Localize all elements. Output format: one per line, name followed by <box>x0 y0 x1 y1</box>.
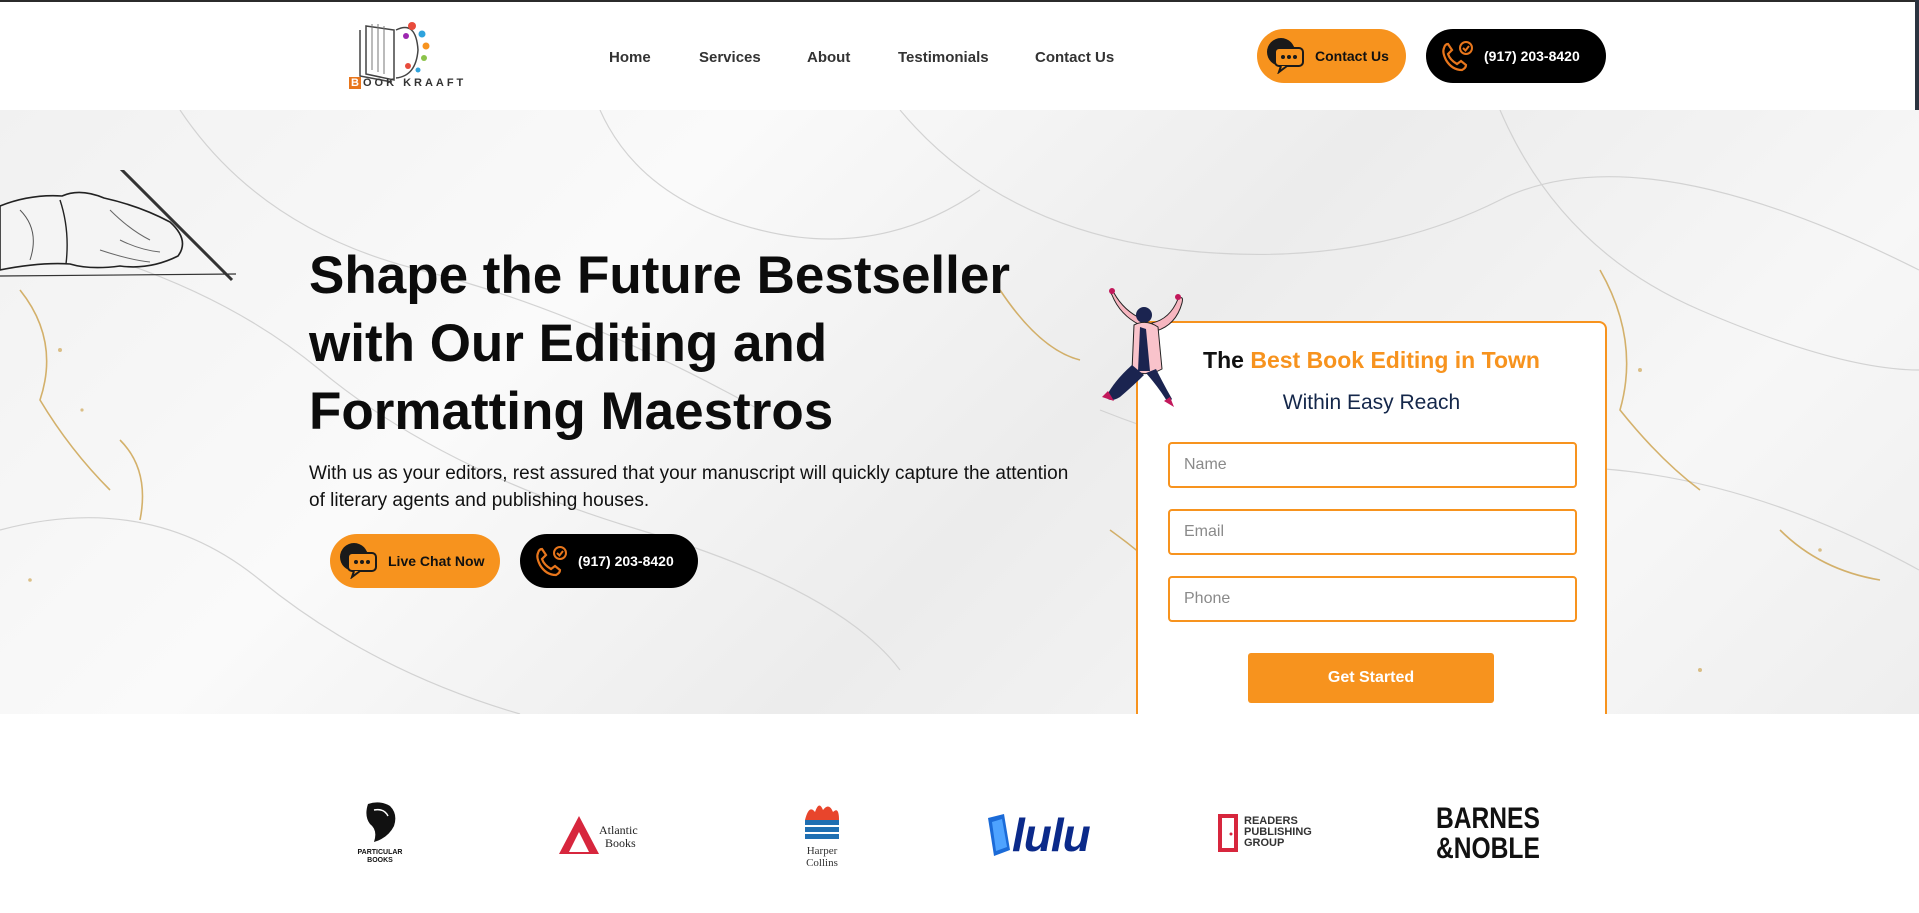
hero-section: Shape the Future Bestseller with Our Edi… <box>0 110 1919 714</box>
chat-bubble-icon <box>340 543 377 579</box>
phone-icon <box>536 546 567 577</box>
nav-services[interactable]: Services <box>699 49 761 66</box>
readers-door-icon <box>1218 814 1238 852</box>
header-contact-button[interactable]: Contact Us <box>1257 29 1406 83</box>
barnes-noble-logo: BARNES &NOBLE <box>1436 804 1546 866</box>
lulu-text: lulu <box>1012 809 1091 861</box>
barnes-line2: &NOBLE <box>1436 832 1540 865</box>
hero-phone-button[interactable]: (917) 203-8420 <box>520 534 698 588</box>
form-title: The Best Book Editing in Town <box>1138 347 1605 374</box>
live-chat-button[interactable]: Live Chat Now <box>330 534 500 588</box>
readers-publishing-text: READERS PUBLISHING GROUP <box>1244 816 1312 849</box>
logo-wordmark: B OOK KRAAFT <box>349 77 466 89</box>
atlantic-books-text: Atlantic Books <box>599 824 638 850</box>
logo-word: OOK KRAAFT <box>362 77 467 89</box>
particular-books-logo: PARTICULAR BOOKS <box>352 800 408 870</box>
lulu-logo: lulu <box>984 809 1104 862</box>
particular-books-icon <box>366 802 396 842</box>
pen-hand-illustration <box>0 170 237 282</box>
live-chat-label: Live Chat Now <box>388 553 485 569</box>
hero-subtext: With us as your editors, rest assured th… <box>309 463 1069 511</box>
readers-line3: GROUP <box>1244 837 1285 849</box>
phone-field[interactable] <box>1168 576 1577 622</box>
form-title-prefix: The <box>1203 347 1251 373</box>
nav-about[interactable]: About <box>807 49 850 66</box>
nav-home[interactable]: Home <box>609 49 651 66</box>
atlantic-books-line2: Books <box>605 836 636 850</box>
form-subtitle: Within Easy Reach <box>1282 391 1461 414</box>
particular-books-text: PARTICULAR BOOKS <box>357 849 403 864</box>
atlantic-books-icon <box>559 816 599 854</box>
harpercollins-text: Harper Collins <box>800 845 844 869</box>
harpercollins-icon <box>805 805 839 839</box>
header-contact-label: Contact Us <box>1315 48 1389 64</box>
harpercollins-logo: Harper Collins <box>800 800 844 872</box>
harpercollins-line2: Collins <box>806 857 838 869</box>
logo-letter-b: B <box>349 77 361 89</box>
lulu-book-icon <box>988 814 1010 856</box>
barnes-line1: BARNES <box>1436 802 1540 835</box>
site-header: B OOK KRAAFT Home Services About Testimon… <box>0 2 1919 110</box>
nav-testimonials[interactable]: Testimonials <box>898 49 989 66</box>
email-field[interactable] <box>1168 509 1577 555</box>
hero-phone-label: (917) 203-8420 <box>578 553 674 569</box>
nav-contact-us[interactable]: Contact Us <box>1035 49 1114 66</box>
jumping-woman-illustration <box>1102 288 1183 407</box>
publisher-logos-strip: PARTICULAR BOOKS Atlantic Books Harper C… <box>0 714 1919 913</box>
phone-icon <box>1442 41 1473 72</box>
hero-headline: Shape the Future Bestseller with Our Edi… <box>309 246 1010 441</box>
form-title-accent: Best Book Editing in Town <box>1250 347 1540 373</box>
scrollbar-edge <box>1915 0 1919 110</box>
harpercollins-line1: Harper <box>806 845 838 857</box>
chat-bubble-icon <box>1267 38 1304 74</box>
get-started-button[interactable]: Get Started <box>1248 653 1494 703</box>
header-phone-button[interactable]: (917) 203-8420 <box>1426 29 1606 83</box>
name-field[interactable] <box>1168 442 1577 488</box>
book-logo-icon <box>359 22 430 83</box>
header-phone-label: (917) 203-8420 <box>1484 48 1580 64</box>
atlantic-books-logo: Atlantic Books <box>559 814 643 858</box>
readers-publishing-logo: READERS PUBLISHING GROUP <box>1216 812 1316 856</box>
lead-form-card: The Best Book Editing in Town Within Eas… <box>1136 321 1607 714</box>
